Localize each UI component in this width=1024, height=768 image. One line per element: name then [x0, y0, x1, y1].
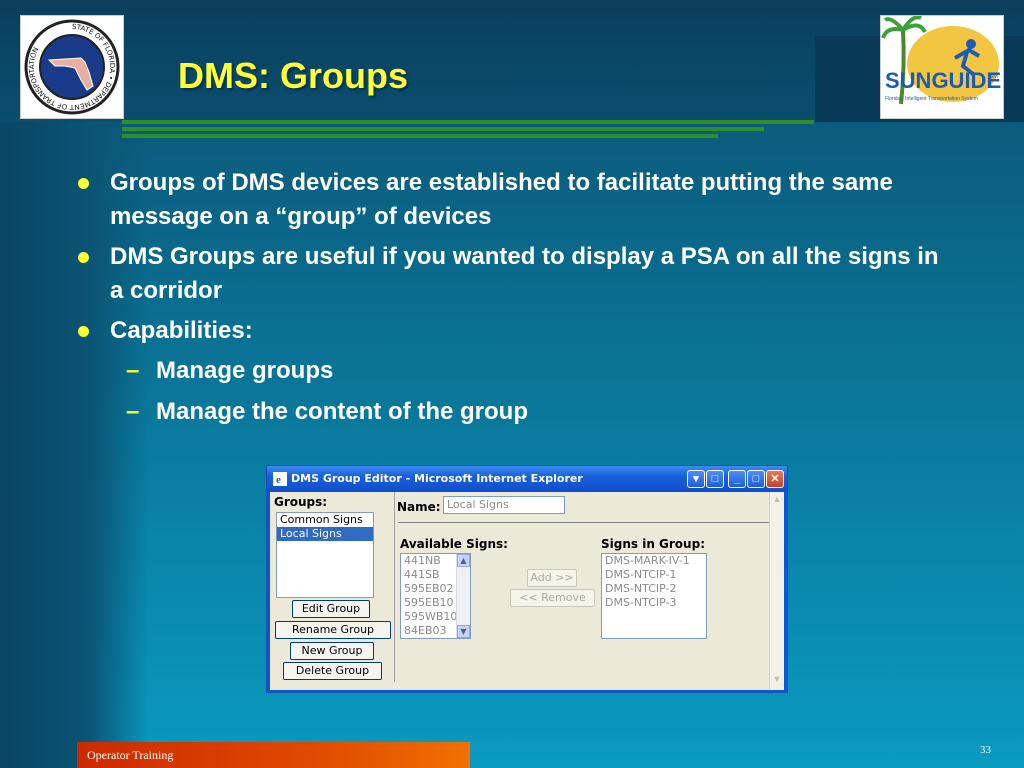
page-number: 33 [980, 744, 991, 756]
available-signs-label: Available Signs: [400, 537, 508, 551]
window-client-area: Groups: Common Signs Local Signs Edit Gr… [270, 492, 784, 690]
bullet-item: Groups of DMS devices are established to… [72, 166, 952, 234]
dash-marker: – [126, 398, 140, 425]
bullet-dot [78, 326, 89, 337]
groups-listbox[interactable]: Common Signs Local Signs [276, 512, 374, 598]
rename-group-button[interactable]: Rename Group [275, 621, 391, 639]
scroll-down-arrow-icon[interactable]: ▼ [457, 625, 470, 638]
footer-bar: Operator Training [77, 742, 470, 768]
group-sign-item[interactable]: DMS-NTCIP-1 [602, 568, 706, 582]
group-sign-item[interactable]: DMS-NTCIP-3 [602, 596, 706, 610]
group-sign-item[interactable]: DMS-MARK-IV-1 [602, 554, 706, 568]
bullet-text: DMS Groups are useful if you wanted to d… [110, 243, 939, 304]
groups-label: Groups: [274, 495, 328, 509]
fdot-logo: STATE OF FLORIDA • DEPARTMENT OF TRANSPO… [20, 15, 124, 119]
group-sign-item[interactable]: DMS-NTCIP-2 [602, 582, 706, 596]
bullet-text: Groups of DMS devices are established to… [110, 169, 893, 230]
svg-text:e: e [276, 474, 281, 486]
page-scrollbar[interactable]: ▲ ▼ [769, 492, 784, 690]
sunguide-logo: SUNGUIDE SM Florida's Intelligent Transp… [880, 15, 1004, 119]
sub-bullet-item: – Manage groups [72, 354, 952, 388]
bullet-item: DMS Groups are useful if you wanted to d… [72, 240, 952, 308]
ie-icon: e [273, 472, 287, 486]
group-item-common-signs[interactable]: Common Signs [277, 513, 373, 527]
available-signs-listbox[interactable]: 441NB 441SB 595EB02 595EB10 595WB10 84EB… [400, 553, 471, 639]
new-group-button[interactable]: New Group [290, 642, 374, 660]
group-item-local-signs[interactable]: Local Signs [277, 527, 373, 541]
signs-in-group-label: Signs in Group: [601, 537, 705, 551]
page-scroll-down-icon[interactable]: ▼ [771, 674, 783, 688]
bullet-dot [78, 252, 89, 263]
window-menu-button[interactable]: □ [706, 470, 724, 488]
window-titlebar[interactable]: e DMS Group Editor - Microsoft Internet … [267, 466, 787, 492]
panel-divider [394, 492, 395, 682]
bullet-dot [78, 178, 89, 189]
group-name-input[interactable]: Local Signs [443, 496, 565, 514]
title-rule-3 [122, 134, 718, 138]
dash-marker: – [126, 357, 140, 384]
signs-in-group-listbox[interactable]: DMS-MARK-IV-1 DMS-NTCIP-1 DMS-NTCIP-2 DM… [601, 553, 707, 639]
minimize-button[interactable]: _ [728, 470, 746, 488]
sub-bullet-text: Manage the content of the group [156, 398, 528, 425]
bullet-item: Capabilities: [72, 314, 952, 348]
dms-group-editor-window: e DMS Group Editor - Microsoft Internet … [266, 465, 788, 693]
sunguide-wordmark: SUNGUIDE [885, 68, 1001, 93]
title-rule-1 [122, 120, 814, 124]
remove-sign-button[interactable]: << Remove [510, 589, 595, 607]
available-signs-scrollbar[interactable]: ▲ ▼ [456, 554, 470, 638]
slide-title: DMS: Groups [178, 55, 408, 96]
title-rule-2 [122, 127, 764, 131]
add-sign-button[interactable]: Add >> [527, 569, 577, 587]
sunguide-sm: SM [989, 74, 998, 80]
window-title: DMS Group Editor - Microsoft Internet Ex… [291, 472, 583, 485]
name-label: Name: [397, 500, 441, 514]
name-divider [398, 522, 770, 523]
close-button[interactable]: ✕ [766, 470, 784, 488]
scroll-up-arrow-icon[interactable]: ▲ [457, 554, 470, 567]
page-scroll-up-icon[interactable]: ▲ [771, 494, 783, 508]
bullet-text: Capabilities: [110, 317, 253, 344]
bullet-list: Groups of DMS devices are established to… [72, 166, 952, 436]
dropdown-button[interactable]: ▾ [687, 470, 705, 488]
edit-group-button[interactable]: Edit Group [292, 600, 370, 618]
sub-bullet-item: – Manage the content of the group [72, 395, 952, 429]
sunguide-tagline: Florida's Intelligent Transportation Sys… [885, 96, 978, 102]
maximize-button[interactable]: □ [747, 470, 765, 488]
sub-bullet-text: Manage groups [156, 357, 334, 384]
delete-group-button[interactable]: Delete Group [283, 662, 382, 680]
